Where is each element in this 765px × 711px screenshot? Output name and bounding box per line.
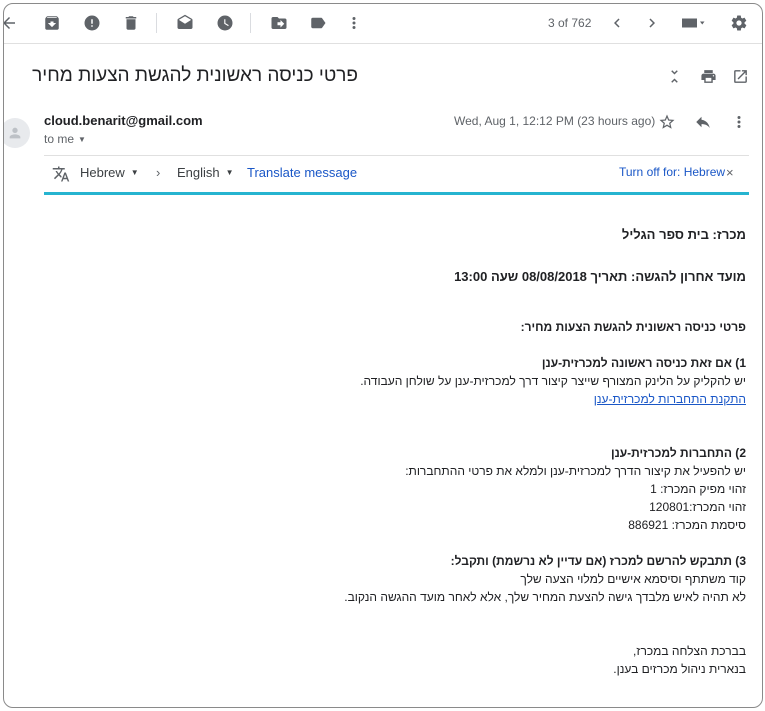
target-language-select[interactable]: English ▼ [177,165,234,180]
source-language-label: Hebrew [80,165,125,180]
step-3-note: לא תהיה לאיש מלבדך גישה להצעת המחיר שלך,… [344,590,746,604]
step-2-heading: 2) התחברות למכרזית-ענן [610,446,746,460]
mark-unread-icon[interactable] [174,12,196,34]
pager-count: 3 of 762 [548,16,592,30]
caret-down-icon: ▼ [130,168,139,177]
chevron-right-icon: › [156,165,161,180]
person-icon [9,127,21,139]
closing-line: בברכת הצלחה במכרז, [632,644,746,658]
email-body: מכרז: בית ספר הגליל מועד אחרון להגשה: תא… [46,226,746,678]
tender-id: זהוי המכרז:120801 [649,500,746,514]
caret-down-icon: ▼ [225,168,234,177]
star-icon[interactable] [657,112,677,132]
tender-password: סיסמת המכרז: 886921 [628,518,746,532]
archive-icon[interactable] [41,12,63,34]
email-subject: פרטי כניסה ראשונית להגשת הצעות מחיר [32,65,358,86]
step-1-heading: 1) אם זאת כניסה ראשונה למכרזית-ענן [541,356,746,370]
recipient-label: to me [44,132,75,146]
recipient-toggle[interactable]: to me ▼ [44,132,86,146]
more-options-icon[interactable] [729,112,749,132]
toolbar-divider [250,13,251,33]
target-language-label: English [177,165,220,180]
step-1-text: יש להקליק על הלינק המצורף שייצר קיצור דר… [360,374,746,388]
email-window: 3 of 762 פרטי כניסה ראשונית להגשת הצעות … [3,3,763,708]
deadline: מועד אחרון להגשה: תאריך 08/08/2018 שעה 1… [454,269,746,284]
section-heading: פרטי כניסה ראשונית להגשת הצעות מחיר: [520,320,746,334]
older-chevron-icon[interactable] [641,12,663,34]
reply-icon[interactable] [693,112,713,132]
move-to-icon[interactable] [268,12,290,34]
toolbar-divider [156,13,157,33]
settings-gear-icon[interactable] [728,12,750,34]
toolbar: 3 of 762 [4,4,762,44]
collapse-all-icon[interactable] [664,66,684,86]
report-spam-icon[interactable] [81,12,103,34]
label-icon[interactable] [307,12,329,34]
tender-name: מכרז: בית ספר הגליל [621,227,746,242]
back-arrow-icon[interactable] [4,12,20,34]
input-tools-keyboard-icon[interactable] [676,12,712,34]
print-icon[interactable] [698,66,718,86]
sender-avatar [4,118,30,148]
translate-icon [52,165,70,183]
chevron-down-icon: ▼ [78,135,86,145]
source-language-select[interactable]: Hebrew ▼ [80,165,139,180]
turn-off-translation-link[interactable]: Turn off for: Hebrew [619,165,725,179]
close-icon[interactable]: × [726,165,734,180]
delete-icon[interactable] [120,12,142,34]
email-date: Wed, Aug 1, 12:12 PM (23 hours ago) [454,114,656,128]
step-2-text: יש להפעיל את קיצור הדרך למכרזית-ענן ולמל… [405,464,746,478]
step-3-heading: 3) תתבקש להרשם למכרז (אם עדיין לא נרשמת)… [450,554,746,568]
newer-chevron-icon[interactable] [606,12,628,34]
signature: בנארית ניהול מכרזים בענן. [613,662,746,676]
more-icon[interactable] [343,12,365,34]
translate-bar: Hebrew ▼ › English ▼ Translate message Tur… [44,155,749,195]
install-link[interactable]: התקנת התחברות למכרזית-ענן [594,392,746,406]
snooze-icon[interactable] [214,12,236,34]
translate-message-link[interactable]: Translate message [247,165,357,180]
step-3-text: קוד משתתף וסיסמא אישיים למלוי הצעה שלך [520,572,746,586]
issuer-id: זהוי מפיק המכרז: 1 [650,482,746,496]
open-new-window-icon[interactable] [730,66,750,86]
sender-email[interactable]: cloud.benarit@gmail.com [44,113,203,128]
